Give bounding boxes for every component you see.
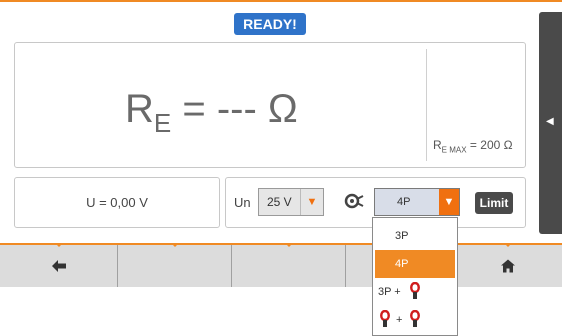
left-arrow-icon: ◀ <box>546 116 554 127</box>
nav-segment-2[interactable] <box>118 243 232 287</box>
home-button[interactable] <box>454 243 562 287</box>
result-value: = --- Ω <box>182 87 298 131</box>
limit-readout: RE MAX = 200 Ω <box>433 138 513 154</box>
notch-indicator <box>54 243 63 247</box>
clamp-icon <box>344 192 364 215</box>
chevron-down-icon[interactable]: ▼ <box>439 189 459 215</box>
dropdown-option-3p-clamp[interactable]: 3P + <box>375 278 455 306</box>
notch-indicator <box>504 243 512 247</box>
limit-button[interactable]: Limit <box>475 192 513 214</box>
notch-indicator <box>170 243 179 247</box>
dropdown-option-label: 3P <box>395 230 409 242</box>
status-badge: READY! <box>234 13 306 35</box>
measurement-result: RE = --- Ω <box>125 87 298 139</box>
method-select[interactable]: 4P ▼ <box>374 188 460 216</box>
notch-indicator <box>284 243 293 247</box>
clamp-icon <box>410 310 420 327</box>
limit-symbol: R <box>433 138 442 152</box>
dropdown-option-label: + <box>396 314 403 326</box>
side-panel-toggle[interactable]: ◀ <box>539 12 562 234</box>
voltage-select-value: 25 V <box>267 195 292 209</box>
voltage-reading: U = 0,00 V <box>14 177 220 228</box>
dropdown-option-label: 3P + <box>378 286 401 298</box>
dropdown-option-label: 4P <box>395 258 409 270</box>
dropdown-option-two-clamps[interactable]: + <box>375 306 455 334</box>
clamp-icon <box>380 310 390 327</box>
back-arrow-icon <box>51 260 66 272</box>
display-divider <box>426 49 427 161</box>
back-button[interactable] <box>0 243 118 287</box>
result-subscript: E <box>153 108 172 138</box>
chevron-down-icon[interactable]: ▼ <box>300 189 323 215</box>
method-dropdown: 3P 4P 3P + + <box>372 217 458 336</box>
un-label: Un <box>234 195 251 210</box>
result-symbol: R <box>125 87 154 131</box>
dropdown-option-3p[interactable]: 3P <box>375 222 455 250</box>
nav-segment-3[interactable] <box>232 243 346 287</box>
method-select-value: 4P <box>397 196 411 208</box>
top-accent-line <box>0 0 562 2</box>
measurement-display: RE = --- Ω RE MAX = 200 Ω <box>14 42 526 168</box>
bottom-navigation <box>0 243 562 287</box>
voltage-select[interactable]: 25 V ▼ <box>258 188 324 216</box>
limit-value: = 200 Ω <box>469 138 513 152</box>
dropdown-option-4p[interactable]: 4P <box>375 250 455 278</box>
limit-subscript: E MAX <box>441 145 467 155</box>
home-icon <box>501 259 515 273</box>
clamp-icon <box>410 282 420 299</box>
